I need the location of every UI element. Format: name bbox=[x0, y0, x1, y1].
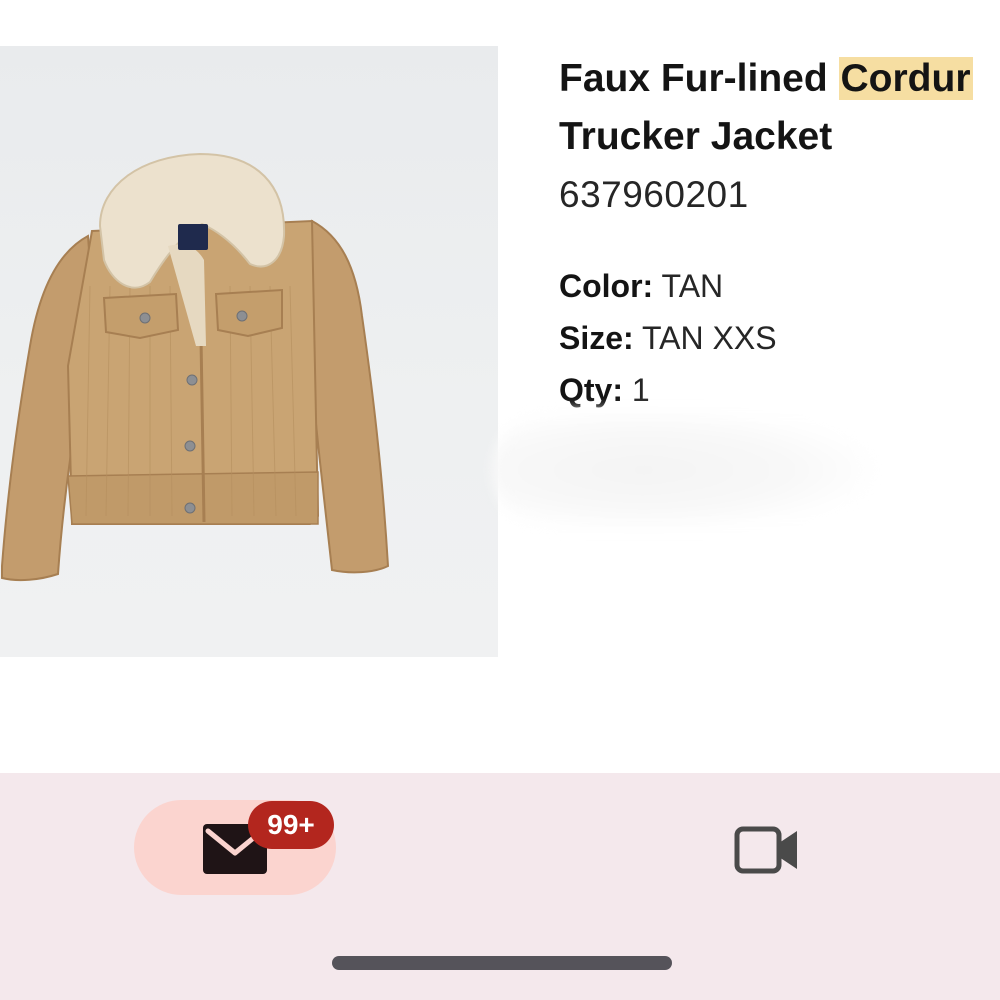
jacket-illustration bbox=[0, 152, 390, 582]
product-title-line2: Trucker Jacket bbox=[559, 115, 833, 158]
product-attributes: Color: TAN Size: TAN XXS Qty: 1 bbox=[559, 260, 1000, 416]
redacted-area bbox=[492, 410, 872, 530]
product-title-prefix: Faux Fur-lined bbox=[559, 57, 839, 100]
attribute-label: Color: bbox=[559, 268, 654, 304]
attribute-qty: Qty: 1 bbox=[559, 364, 1000, 416]
product-title-highlight: Cordur bbox=[838, 57, 973, 100]
attribute-color: Color: TAN bbox=[559, 260, 1000, 312]
attribute-label: Size: bbox=[559, 320, 634, 356]
product-sku: 637960201 bbox=[559, 174, 749, 215]
video-camera-icon[interactable] bbox=[734, 825, 800, 875]
mail-badge: 99+ bbox=[248, 801, 334, 849]
attribute-size: Size: TAN XXS bbox=[559, 312, 1000, 364]
product-image[interactable] bbox=[0, 46, 498, 657]
order-item-screen: Faux Fur-lined Cordur Trucker Jacket 637… bbox=[0, 0, 1000, 1000]
attribute-value: TAN bbox=[653, 268, 724, 304]
attribute-value: TAN XXS bbox=[633, 320, 777, 356]
attribute-label: Qty: bbox=[559, 372, 623, 408]
attribute-value: 1 bbox=[623, 372, 650, 408]
home-indicator[interactable] bbox=[332, 956, 672, 970]
bottom-navigation-bar: 99+ bbox=[0, 773, 1000, 1000]
product-details: Faux Fur-lined Cordur Trucker Jacket 637… bbox=[559, 50, 1000, 416]
product-title[interactable]: Faux Fur-lined Cordur Trucker Jacket bbox=[559, 50, 1000, 166]
